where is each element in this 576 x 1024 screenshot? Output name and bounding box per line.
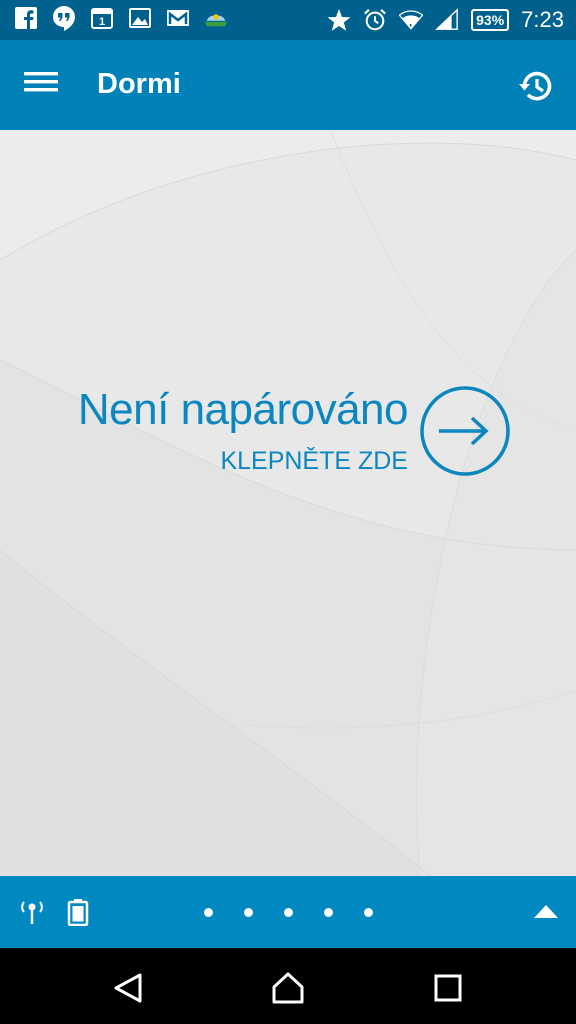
- recents-icon[interactable]: [430, 970, 466, 1006]
- antenna-icon[interactable]: [18, 898, 46, 926]
- pair-device-button[interactable]: Není napárováno KLEPNĚTE ZDE: [0, 385, 576, 495]
- star-icon: [327, 8, 351, 32]
- triangle-up-icon[interactable]: [532, 898, 560, 926]
- app-bar: Dormi: [0, 40, 576, 130]
- calendar-day: 1: [99, 16, 105, 28]
- gmail-icon: [166, 6, 190, 30]
- main-content: Není napárováno KLEPNĚTE ZDE: [0, 130, 576, 876]
- app-title: Dormi: [97, 68, 181, 100]
- system-nav-bar: [0, 948, 576, 1024]
- notification-icons: 1: [14, 6, 228, 31]
- hangouts-icon: [52, 6, 76, 31]
- system-icons: 93% 7:23: [327, 4, 564, 36]
- weather-icon: [204, 6, 228, 30]
- facebook-icon: [14, 6, 38, 30]
- history-icon[interactable]: [516, 66, 556, 106]
- bottom-toolbar: [0, 876, 576, 948]
- background-pattern: [0, 130, 576, 876]
- hamburger-menu-icon[interactable]: [24, 70, 64, 102]
- page-dot[interactable]: [204, 908, 213, 917]
- clock: 7:23: [521, 7, 564, 32]
- page-dot[interactable]: [244, 908, 253, 917]
- alarm-icon: [363, 8, 387, 32]
- battery-percent: 93%: [471, 9, 510, 31]
- signal-icon: [435, 8, 459, 32]
- page-dot[interactable]: [324, 908, 333, 917]
- arrow-right-circle-icon[interactable]: [419, 385, 511, 477]
- wifi-icon: [399, 8, 424, 32]
- page-dot[interactable]: [364, 908, 373, 917]
- page-dot[interactable]: [284, 908, 293, 917]
- home-icon[interactable]: [270, 970, 306, 1006]
- page-indicator: [204, 908, 373, 917]
- battery-icon[interactable]: [64, 898, 92, 927]
- calendar-icon: 1: [90, 6, 114, 30]
- back-icon[interactable]: [110, 970, 146, 1006]
- gallery-icon: [128, 6, 152, 30]
- tap-here-label: KLEPNĚTE ZDE: [220, 447, 408, 475]
- pair-status-text: Není napárováno: [77, 385, 409, 434]
- status-bar: 1 93% 7:23: [0, 0, 576, 40]
